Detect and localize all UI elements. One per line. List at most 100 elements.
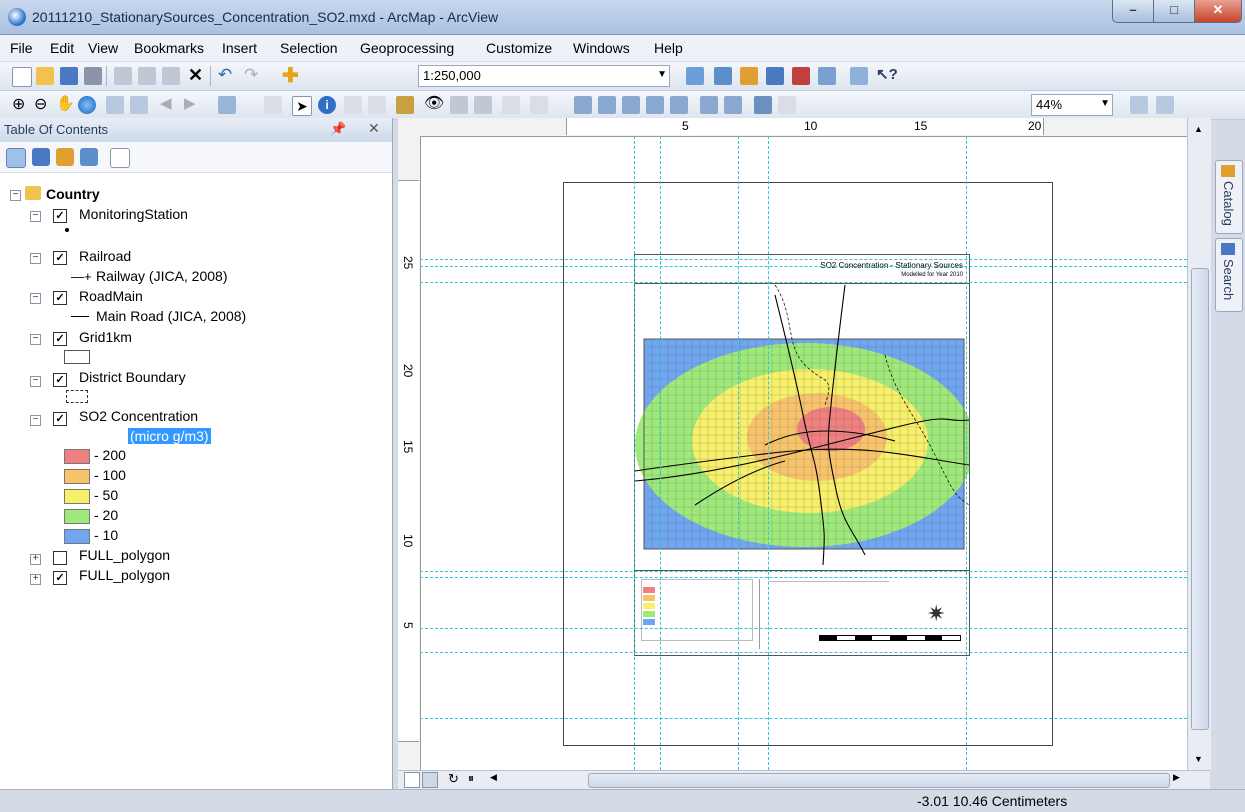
print-icon[interactable] bbox=[84, 67, 102, 85]
new-document-icon[interactable] bbox=[12, 67, 32, 87]
model-builder-icon[interactable] bbox=[850, 67, 868, 85]
chevron-down-icon[interactable]: ▼ bbox=[1100, 98, 1110, 109]
undo-icon[interactable]: ↶ bbox=[218, 65, 232, 85]
scroll-down-icon[interactable]: ▼ bbox=[1194, 754, 1203, 764]
collapse-icon[interactable]: − bbox=[30, 376, 41, 387]
back-extent-icon[interactable]: ◀ bbox=[160, 94, 172, 112]
open-folder-icon[interactable] bbox=[36, 67, 54, 85]
fixed-zoom-in-icon[interactable] bbox=[106, 96, 124, 114]
layout-zoom-in-icon[interactable] bbox=[574, 96, 592, 114]
menu-customize[interactable]: Customize bbox=[486, 40, 552, 56]
list-by-source-icon[interactable] bbox=[32, 148, 50, 166]
menu-edit[interactable]: Edit bbox=[50, 40, 74, 56]
fixed-layout-zoom-in-icon[interactable] bbox=[700, 96, 718, 114]
collapse-icon[interactable]: − bbox=[30, 211, 41, 222]
hyperlink-icon[interactable] bbox=[344, 96, 362, 114]
pin-icon[interactable]: 📌 bbox=[330, 121, 346, 137]
create-viewer-window-icon[interactable] bbox=[530, 96, 548, 114]
catalog-tab[interactable]: Catalog bbox=[1215, 160, 1243, 234]
forward-extent-icon[interactable]: ▶ bbox=[184, 94, 196, 112]
clear-selection-icon[interactable] bbox=[264, 96, 282, 114]
layer-railroad[interactable]: Railroad bbox=[79, 248, 131, 264]
layer-so2-concentration[interactable]: SO2 Concentration bbox=[79, 408, 198, 424]
expand-icon[interactable]: + bbox=[30, 554, 41, 565]
save-icon[interactable] bbox=[60, 67, 78, 85]
list-by-selection-icon[interactable] bbox=[80, 148, 98, 166]
layout-zoom-out-icon[interactable] bbox=[598, 96, 616, 114]
pan-hand-icon[interactable]: ✋ bbox=[56, 94, 75, 112]
list-by-visibility-icon[interactable] bbox=[56, 148, 74, 166]
zoom-out-icon[interactable]: ⊖ bbox=[34, 94, 47, 114]
collapse-icon[interactable]: − bbox=[30, 293, 41, 304]
scroll-right-icon[interactable]: ▶ bbox=[1173, 772, 1180, 783]
layer-visibility-checkbox[interactable] bbox=[53, 551, 67, 565]
collapse-icon[interactable]: − bbox=[30, 334, 41, 345]
data-view-icon[interactable] bbox=[404, 772, 420, 788]
python-window-icon[interactable] bbox=[818, 67, 836, 85]
full-extent-globe-icon[interactable] bbox=[78, 96, 96, 114]
menu-help[interactable]: Help bbox=[654, 40, 683, 56]
menu-windows[interactable]: Windows bbox=[573, 40, 630, 56]
fixed-zoom-out-icon[interactable] bbox=[130, 96, 148, 114]
delete-icon[interactable]: ✕ bbox=[188, 65, 203, 86]
paste-icon[interactable] bbox=[162, 67, 180, 85]
zoom-in-icon[interactable]: ⊕ bbox=[12, 94, 25, 114]
layer-visibility-checkbox[interactable]: ✓ bbox=[53, 373, 67, 387]
layer-visibility-checkbox[interactable]: ✓ bbox=[53, 412, 67, 426]
layer-full-polygon[interactable]: FULL_polygon bbox=[79, 567, 170, 583]
minimize-button[interactable]: – bbox=[1112, 0, 1154, 23]
options-icon[interactable] bbox=[110, 148, 130, 168]
data-frame-country[interactable]: Country bbox=[46, 186, 100, 202]
arcmap-app-icon[interactable] bbox=[8, 8, 26, 26]
catalog-window-icon[interactable] bbox=[740, 67, 758, 85]
map-scale-combobox[interactable]: 1:250,000 ▼ bbox=[418, 65, 670, 87]
layer-full-polygon[interactable]: FULL_polygon bbox=[79, 547, 170, 563]
find-route-icon[interactable] bbox=[450, 96, 468, 114]
search-tab[interactable]: Search bbox=[1215, 238, 1243, 312]
copy-icon[interactable] bbox=[138, 67, 156, 85]
layer-roadmain[interactable]: RoadMain bbox=[79, 288, 143, 304]
focus-data-frame-icon[interactable] bbox=[778, 96, 796, 114]
table-icon[interactable] bbox=[714, 67, 732, 85]
refresh-icon[interactable]: ↻ bbox=[448, 771, 459, 787]
measure-icon[interactable] bbox=[396, 96, 414, 114]
select-features-icon[interactable] bbox=[218, 96, 236, 114]
map-legend-frame[interactable]: ✷ bbox=[634, 570, 970, 656]
menu-insert[interactable]: Insert bbox=[222, 40, 257, 56]
map-data-frame[interactable]: SO2 Concentration - Stationary Sources M… bbox=[634, 254, 970, 572]
zoom-whole-page-icon[interactable] bbox=[646, 96, 664, 114]
layer-visibility-checkbox[interactable]: ✓ bbox=[53, 209, 67, 223]
collapse-icon[interactable]: − bbox=[10, 190, 21, 201]
horizontal-ruler[interactable]: 5 10 15 20 bbox=[398, 118, 1210, 137]
close-icon[interactable]: ✕ bbox=[368, 120, 380, 137]
symbology-field-label[interactable]: (micro g/m3) bbox=[128, 428, 211, 444]
zoom-100-percent-icon[interactable] bbox=[670, 96, 688, 114]
arctoolbox-icon[interactable] bbox=[792, 67, 810, 85]
vertical-ruler[interactable]: 25 20 15 10 5 bbox=[398, 136, 421, 770]
layer-grid1km[interactable]: Grid1km bbox=[79, 329, 132, 345]
identify-icon[interactable]: i bbox=[318, 96, 336, 114]
layout-zoom-combobox[interactable]: 44% ▼ bbox=[1031, 94, 1113, 116]
menu-geoprocessing[interactable]: Geoprocessing bbox=[360, 40, 454, 56]
chevron-down-icon[interactable]: ▼ bbox=[657, 69, 667, 80]
layer-district-boundary[interactable]: District Boundary bbox=[79, 369, 186, 385]
layout-pan-icon[interactable] bbox=[622, 96, 640, 114]
select-elements-arrow-icon[interactable]: ➤ bbox=[292, 96, 312, 116]
menu-bookmarks[interactable]: Bookmarks bbox=[134, 40, 204, 56]
cut-icon[interactable] bbox=[114, 67, 132, 85]
fixed-layout-zoom-out-icon[interactable] bbox=[724, 96, 742, 114]
layer-visibility-checkbox[interactable]: ✓ bbox=[53, 251, 67, 265]
vertical-scrollbar[interactable]: ▲ ▼ bbox=[1187, 118, 1211, 770]
expand-icon[interactable]: + bbox=[30, 574, 41, 585]
layer-visibility-checkbox[interactable]: ✓ bbox=[53, 571, 67, 585]
layer-monitoringstation[interactable]: MonitoringStation bbox=[79, 206, 188, 222]
collapse-icon[interactable]: − bbox=[30, 415, 41, 426]
html-popup-icon[interactable] bbox=[368, 96, 386, 114]
menu-selection[interactable]: Selection bbox=[280, 40, 338, 56]
add-data-icon[interactable]: ✚ bbox=[282, 63, 299, 88]
close-button[interactable]: ✕ bbox=[1194, 0, 1242, 23]
whats-this-help-icon[interactable]: ↖? bbox=[876, 65, 898, 83]
menu-file[interactable]: File bbox=[10, 40, 33, 56]
pause-drawing-icon[interactable]: ⏸ bbox=[468, 771, 474, 786]
horizontal-scroll-thumb[interactable] bbox=[588, 773, 1170, 788]
